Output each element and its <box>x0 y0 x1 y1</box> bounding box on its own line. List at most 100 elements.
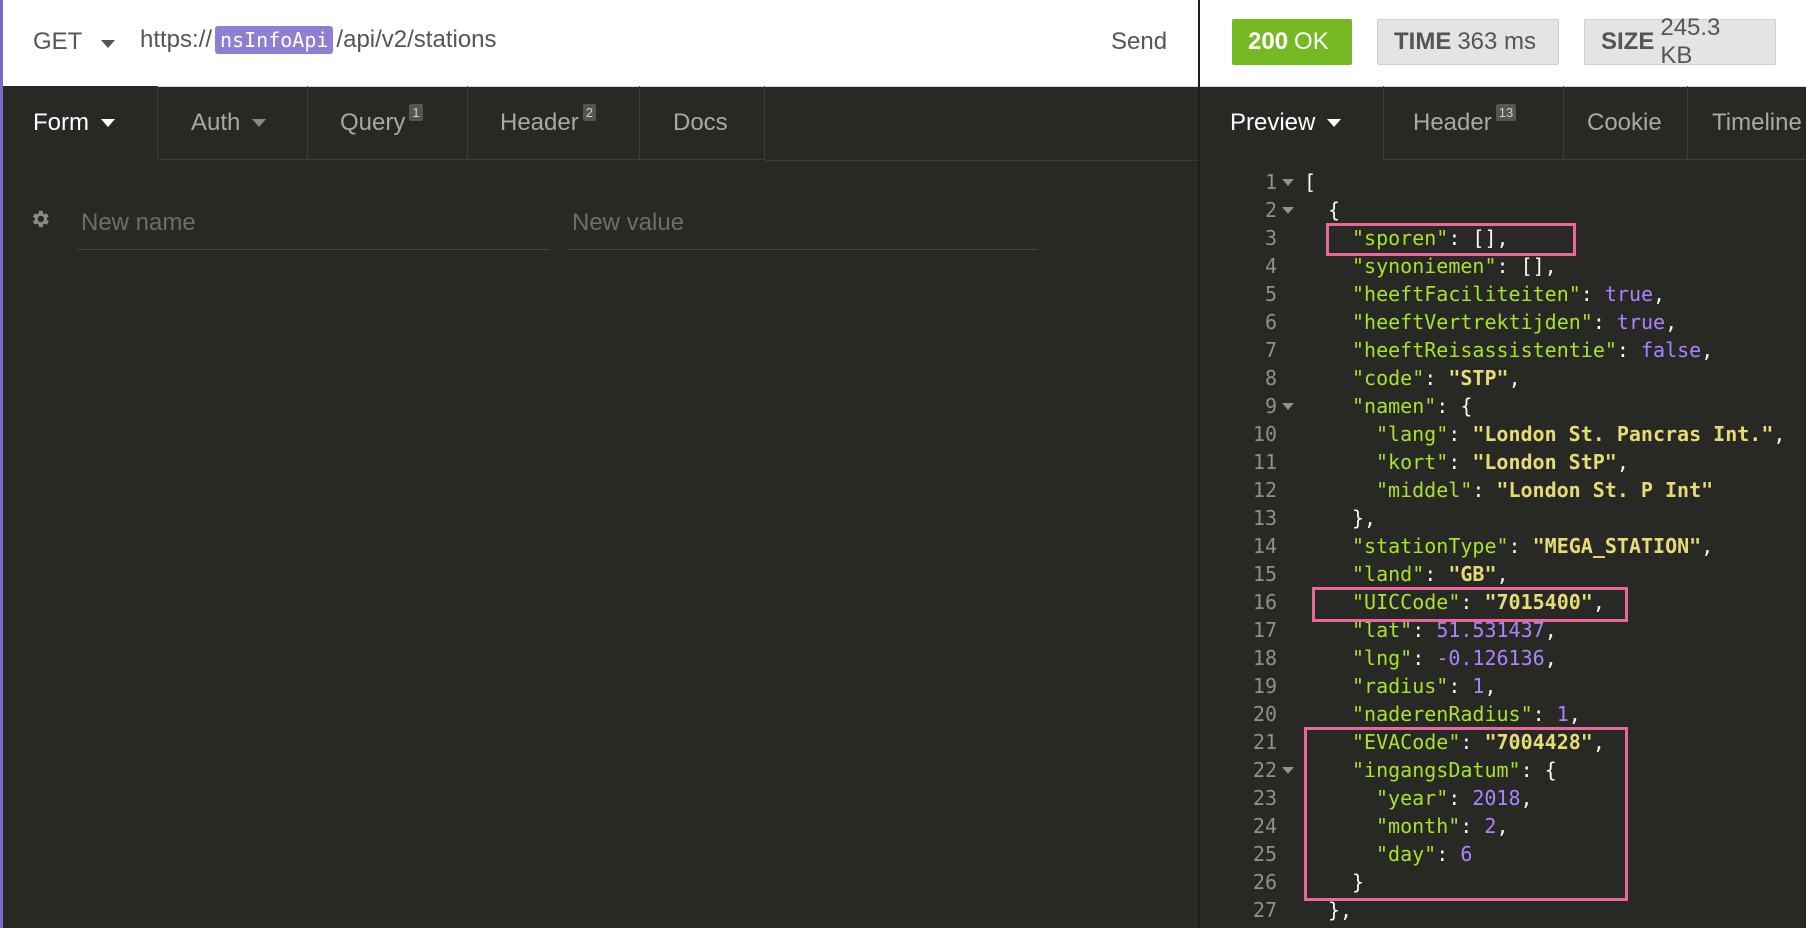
json-value: 1 <box>1556 702 1569 726</box>
fold-caret-icon[interactable] <box>1282 767 1294 774</box>
code-text: "lng": -0.126136, <box>1352 644 1557 672</box>
tab-label: Form <box>33 109 89 136</box>
json-key: "naderenRadius" <box>1352 702 1533 726</box>
tab-header[interactable]: Header 2 <box>468 86 640 160</box>
json-punct: : <box>1616 338 1641 362</box>
json-key: "middel" <box>1376 478 1473 502</box>
json-key: "radius" <box>1352 674 1449 698</box>
json-punct: , <box>1496 562 1509 586</box>
json-punct: , <box>1568 702 1581 726</box>
json-key: "code" <box>1352 366 1425 390</box>
param-value-input[interactable] <box>568 196 1038 250</box>
line-number: 17 <box>1252 618 1277 642</box>
json-key: "stationType" <box>1352 534 1509 558</box>
json-punct: : [], <box>1496 254 1557 278</box>
url-bar: GET https://nsInfoApi/api/v2/stations Se… <box>3 0 1198 87</box>
line-number: 1 <box>1264 170 1277 194</box>
tab-auth[interactable]: Auth <box>158 86 308 160</box>
json-key: "land" <box>1352 562 1425 586</box>
line-number: 15 <box>1252 562 1277 586</box>
size-badge: SIZE 245.3 KB <box>1584 14 1776 69</box>
code-line: 4 "synoniemen": [], <box>1200 252 1806 280</box>
json-punct: : <box>1448 674 1473 698</box>
json-key: "lng" <box>1352 646 1413 670</box>
fold-caret-icon[interactable] <box>1282 207 1294 214</box>
tab-timeline[interactable]: Timeline <box>1688 86 1806 160</box>
line-number: 2 <box>1264 198 1277 222</box>
code-line: 15 "land": "GB", <box>1200 560 1806 588</box>
json-punct: : <box>1532 702 1557 726</box>
chevron-down-icon <box>1327 119 1342 127</box>
json-punct: , <box>1616 450 1629 474</box>
code-text: "heeftVertrektijden": true, <box>1352 308 1677 336</box>
tab-label: Preview <box>1230 109 1316 136</box>
json-punct: , <box>1508 366 1521 390</box>
json-punct: , <box>1701 534 1714 558</box>
code-line: 12 "middel": "London St. P Int" <box>1200 476 1806 504</box>
code-line: 7 "heeftReisassistentie": false, <box>1200 336 1806 364</box>
code-text: }, <box>1352 504 1376 532</box>
json-key: "lang" <box>1376 422 1449 446</box>
tab-query[interactable]: Query 1 <box>308 86 468 160</box>
environment-variable-tag[interactable]: nsInfoApi <box>215 26 334 54</box>
time-label: TIME <box>1394 28 1452 55</box>
code-text: "synoniemen": [], <box>1352 252 1557 280</box>
json-punct: , <box>1653 282 1666 306</box>
highlight-box-evacode <box>1304 727 1628 901</box>
line-number: 24 <box>1252 814 1277 838</box>
param-name-input[interactable] <box>77 196 549 250</box>
line-number: 11 <box>1252 450 1277 474</box>
highlight-box-sporen <box>1326 223 1576 256</box>
chevron-down-icon[interactable] <box>101 40 115 48</box>
size-label: SIZE <box>1601 28 1655 55</box>
time-badge: TIME 363 ms <box>1377 19 1559 65</box>
send-button[interactable]: Send <box>1111 28 1167 56</box>
json-punct: : <box>1508 534 1533 558</box>
json-string: "GB" <box>1448 562 1497 586</box>
json-key: "heeftReisassistentie" <box>1352 338 1617 362</box>
line-number: 12 <box>1252 478 1277 502</box>
gear-icon[interactable] <box>29 208 51 230</box>
json-key: "namen" <box>1352 394 1437 418</box>
count-badge: 2 <box>582 104 596 121</box>
json-string: "MEGA_STATION" <box>1532 534 1702 558</box>
line-number: 10 <box>1252 422 1277 446</box>
tab-label: Auth <box>191 108 241 136</box>
method-select[interactable]: GET <box>33 28 82 56</box>
fold-caret-icon[interactable] <box>1282 403 1294 410</box>
tab-label: Cookie <box>1587 108 1662 136</box>
line-number: 9 <box>1264 394 1277 418</box>
count-badge: 13 <box>1495 104 1517 121</box>
line-number: 13 <box>1252 506 1277 530</box>
code-line: 13}, <box>1200 504 1806 532</box>
json-punct: }, <box>1328 898 1353 922</box>
tab-header[interactable]: Header 13 <box>1384 86 1564 160</box>
url-prefix: https:// <box>140 26 213 53</box>
request-tab-bar: Form Auth Query 1 Header 2 Docs <box>3 86 1198 161</box>
json-punct: : <box>1424 562 1449 586</box>
tab-label: Header <box>500 108 579 136</box>
code-text: "kort": "London StP", <box>1376 448 1629 476</box>
tab-preview[interactable]: Preview <box>1200 86 1384 160</box>
line-number: 14 <box>1252 534 1277 558</box>
code-text: "land": "GB", <box>1352 560 1509 588</box>
highlight-box-uiccode <box>1312 587 1628 622</box>
url-input[interactable]: https://nsInfoApi/api/v2/stations <box>140 26 497 54</box>
code-line: 6 "heeftVertrektijden": true, <box>1200 308 1806 336</box>
chevron-down-icon <box>252 118 267 127</box>
code-text: "code": "STP", <box>1352 364 1521 392</box>
tab-bar-filler <box>765 86 1198 161</box>
json-punct: , <box>1773 422 1786 446</box>
code-text: "middel": "London St. P Int" <box>1376 476 1713 504</box>
code-line: 14 "stationType": "MEGA_STATION", <box>1200 532 1806 560</box>
tab-label: Timeline <box>1712 108 1802 136</box>
response-status-bar: 200 OK TIME 363 ms SIZE 245.3 KB <box>1200 0 1806 87</box>
code-line: 5 "heeftFaciliteiten": true, <box>1200 280 1806 308</box>
tab-docs[interactable]: Docs <box>640 86 765 160</box>
tab-cookie[interactable]: Cookie <box>1564 86 1688 160</box>
fold-caret-icon[interactable] <box>1282 179 1294 186</box>
tab-form[interactable]: Form <box>3 86 158 160</box>
json-value: true <box>1616 310 1666 334</box>
code-line: 1[ <box>1200 168 1806 196</box>
line-number: 16 <box>1252 590 1277 614</box>
